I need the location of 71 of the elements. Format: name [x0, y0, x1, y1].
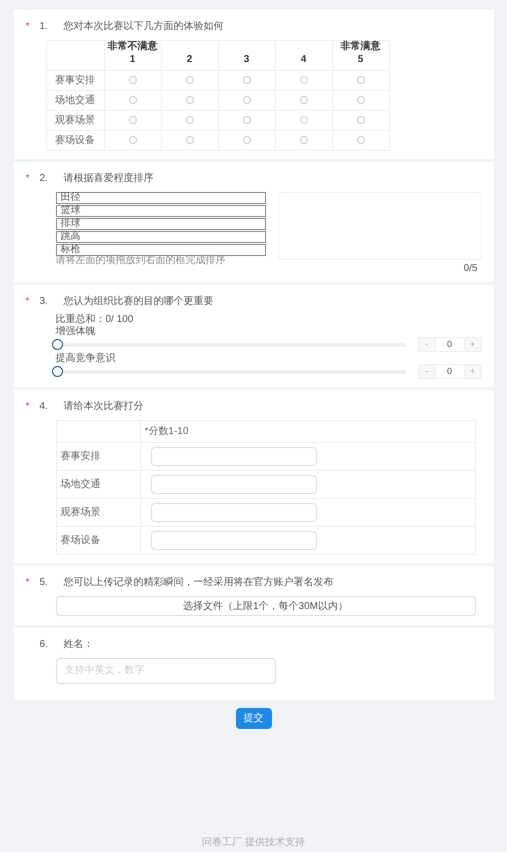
sortable-item[interactable]: 跳高: [56, 231, 266, 243]
table-cell: 观赛场景: [56, 498, 140, 526]
radio-button[interactable]: [242, 136, 250, 144]
slider-thumb[interactable]: [52, 366, 62, 376]
option-label: 提高竞争意识: [56, 354, 116, 364]
required-mark: *: [26, 297, 30, 307]
radio-button[interactable]: [242, 96, 250, 104]
radio-button[interactable]: [300, 76, 308, 84]
table-cell: 赛事安排: [46, 70, 104, 90]
table-header-cell: 2: [161, 40, 218, 70]
radio-button[interactable]: [186, 116, 194, 124]
sortable-item[interactable]: 田径: [56, 192, 266, 204]
radio-button[interactable]: [128, 96, 136, 104]
slider-thumb[interactable]: [52, 338, 62, 350]
table-header-cell: *分数1-10: [140, 420, 475, 442]
radio-button[interactable]: [128, 76, 136, 84]
question-title: 您对本次比赛以下几方面的体验如何: [64, 22, 224, 32]
required-mark: *: [26, 402, 30, 412]
option-label: 增强体魄: [56, 327, 96, 337]
radio-button[interactable]: [186, 76, 194, 84]
score-field[interactable]: [150, 531, 316, 550]
question-number: 5.: [40, 578, 49, 588]
sort-count: 0/5: [464, 264, 478, 274]
required-mark: *: [26, 174, 30, 184]
radio-button[interactable]: [242, 76, 250, 84]
sortable-item[interactable]: 标枪: [56, 244, 266, 256]
radio-button[interactable]: [356, 136, 364, 144]
submit-button[interactable]: 提交: [236, 708, 272, 728]
radio-button[interactable]: [128, 116, 136, 124]
question-title: 您可以上传记录的精彩瞬间，一经采用将在官方账户署名发布: [64, 578, 334, 588]
question-title: 请根据喜爱程度排序: [64, 174, 154, 184]
sortable-item[interactable]: 篮球: [56, 205, 266, 217]
radio-button[interactable]: [356, 76, 364, 84]
radio-button[interactable]: [186, 136, 194, 144]
question-number: 1.: [40, 22, 49, 32]
radio-button[interactable]: [300, 96, 308, 104]
sortable-item[interactable]: 排球: [56, 218, 266, 230]
table-header-cell: 非常满意 5: [332, 40, 389, 70]
weight-total: 比重总和：0/ 100: [56, 315, 134, 325]
question-number: 2.: [40, 174, 49, 184]
question-title: 您认为组织比赛的目的哪个更重要: [64, 297, 214, 307]
table-header-cell: 非常不满意 1: [104, 40, 161, 70]
table-cell: 赛场设备: [56, 526, 140, 554]
score-field[interactable]: [150, 503, 316, 522]
radio-button[interactable]: [356, 96, 364, 104]
footer-text: 问卷工厂 提供技术支持: [202, 836, 305, 850]
score-field[interactable]: [150, 447, 316, 466]
table-header-cell: 4: [275, 40, 332, 70]
radio-button[interactable]: [186, 96, 194, 104]
file-upload-button[interactable]: 选择文件（上限1个，每个30M以内）: [56, 596, 476, 616]
radio-button[interactable]: [300, 116, 308, 124]
question-number: 6.: [40, 640, 49, 650]
question-number: 4.: [40, 402, 49, 412]
question-title: 姓名：: [64, 640, 94, 650]
score-field[interactable]: [150, 475, 316, 494]
radio-button[interactable]: [128, 136, 136, 144]
radio-button[interactable]: [356, 116, 364, 124]
radio-button[interactable]: [300, 136, 308, 144]
number-field[interactable]: 0: [434, 365, 464, 378]
required-mark: *: [26, 22, 30, 32]
table-cell: 赛事安排: [56, 442, 140, 470]
table-header-cell: 3: [218, 40, 275, 70]
table-cell: 场地交通: [46, 90, 104, 110]
required-mark: *: [26, 578, 30, 588]
question-number: 3.: [40, 297, 49, 307]
table-cell: 赛场设备: [46, 130, 104, 150]
table-cell: 观赛场景: [46, 110, 104, 130]
table-cell: 场地交通: [56, 470, 140, 498]
question-title: 请给本次比赛打分: [64, 402, 144, 412]
radio-button[interactable]: [242, 116, 250, 124]
number-field[interactable]: 0: [434, 338, 464, 351]
